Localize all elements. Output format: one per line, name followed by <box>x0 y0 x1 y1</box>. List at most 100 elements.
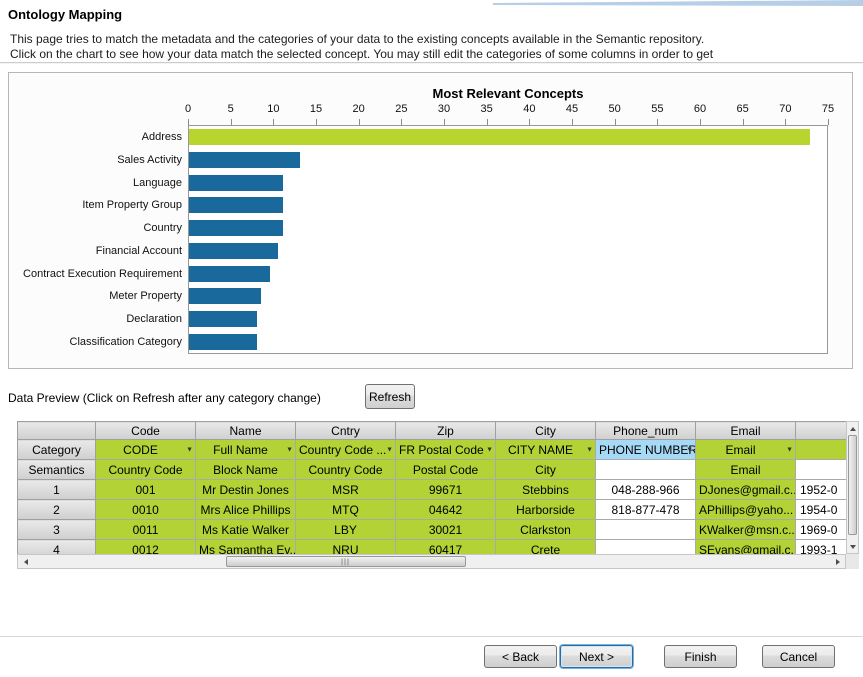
data-cell <box>596 540 696 555</box>
chart-bar[interactable] <box>189 266 270 282</box>
cancel-button[interactable]: Cancel <box>762 645 835 668</box>
column-header[interactable]: Cntry <box>296 422 396 440</box>
chart-category-label: Address <box>142 131 182 143</box>
chart-bar-row: Financial Account <box>189 240 827 263</box>
scroll-right-button[interactable] <box>830 555 845 568</box>
scroll-down-button[interactable] <box>847 540 858 553</box>
vertical-scrollbar[interactable] <box>846 421 859 554</box>
category-combo-label: Country Code ... <box>299 443 386 457</box>
category-cell-partial <box>796 440 847 460</box>
axis-tick-label: 35 <box>481 103 493 115</box>
chart-bar[interactable] <box>189 197 283 213</box>
semantics-cell: Email <box>696 460 796 480</box>
chart-bar[interactable] <box>189 220 283 236</box>
chart-bar[interactable] <box>189 288 261 304</box>
chart-category-label: Language <box>133 177 182 189</box>
chart-category-label: Sales Activity <box>117 154 182 166</box>
axis-tick-label: 0 <box>185 103 191 115</box>
data-cell: 1952-0 <box>796 480 847 500</box>
data-cell: 0010 <box>96 500 196 520</box>
chart-bar[interactable] <box>189 175 283 191</box>
table-viewport: CodeNameCntryZipCityPhone_numEmailCatego… <box>17 421 846 554</box>
chevron-down-icon: ▼ <box>786 446 793 453</box>
column-header[interactable]: Zip <box>396 422 496 440</box>
data-cell: MSR <box>296 480 396 500</box>
chart-category-label: Meter Property <box>109 290 182 302</box>
scroll-left-button[interactable] <box>18 555 33 568</box>
horizontal-scrollbar[interactable] <box>17 554 846 569</box>
most-relevant-concepts-chart: Most Relevant Concepts 05101520253035404… <box>8 72 853 369</box>
column-header[interactable]: City <box>496 422 596 440</box>
chart-bar-row: Item Property Group <box>189 194 827 217</box>
chart-bar[interactable] <box>189 152 300 168</box>
category-combo[interactable]: Country Code ...▼ <box>296 440 396 460</box>
category-combo[interactable]: Email ▼ <box>696 440 796 460</box>
category-combo[interactable]: FR Postal Code▼ <box>396 440 496 460</box>
data-cell: 99671 <box>396 480 496 500</box>
data-cell: Ms Katie Walker <box>196 520 296 540</box>
vscroll-thumb[interactable] <box>848 435 857 535</box>
chart-bar[interactable] <box>189 129 810 145</box>
semantics-cell-partial <box>796 460 847 480</box>
data-cell: APhillips@yaho... <box>696 500 796 520</box>
chart-bar-row: Contract Execution Requirement <box>189 262 827 285</box>
chart-category-label: Financial Account <box>96 245 182 257</box>
category-combo[interactable]: PHONE NUMBER▼ <box>596 440 696 460</box>
semantics-cell: Country Code <box>96 460 196 480</box>
category-combo-label: Email <box>725 443 755 457</box>
refresh-button[interactable]: Refresh <box>365 384 415 409</box>
hscroll-thumb[interactable] <box>226 556 466 567</box>
scrollbar-corner <box>846 554 859 569</box>
semantics-cell: City <box>496 460 596 480</box>
chart-category-label: Item Property Group <box>82 199 182 211</box>
axis-tick-label: 55 <box>651 103 663 115</box>
category-combo[interactable]: CITY NAME▼ <box>496 440 596 460</box>
arrow-left-icon <box>24 559 28 565</box>
data-cell: 1993-1 <box>796 540 847 555</box>
arrow-down-icon <box>850 545 856 549</box>
data-cell: DJones@gmail.c... <box>696 480 796 500</box>
back-button[interactable]: < Back <box>484 645 557 668</box>
chart-category-label: Country <box>143 222 182 234</box>
chart-plot: AddressSales ActivityLanguageItem Proper… <box>188 125 828 354</box>
chart-bar[interactable] <box>189 334 257 350</box>
next-button[interactable]: Next > <box>560 645 633 668</box>
chart-bar-row: Classification Category <box>189 330 827 353</box>
data-cell: NRU <box>296 540 396 555</box>
chart-bar-row: Declaration <box>189 308 827 331</box>
column-header[interactable]: Phone_num <box>596 422 696 440</box>
row-header-number: 3 <box>18 520 96 540</box>
chart-bar-row: Meter Property <box>189 285 827 308</box>
column-header[interactable]: Email <box>696 422 796 440</box>
description-line-1: This page tries to match the metadata an… <box>10 32 713 47</box>
data-cell: 1969-0 <box>796 520 847 540</box>
header-separator <box>0 62 863 63</box>
table-corner-cell <box>18 422 96 440</box>
chart-category-label: Contract Execution Requirement <box>23 268 182 280</box>
data-cell: Harborside <box>496 500 596 520</box>
column-header[interactable]: Code <box>96 422 196 440</box>
data-cell: MTQ <box>296 500 396 520</box>
category-combo-label: PHONE NUMBER <box>599 443 696 457</box>
category-combo[interactable]: Full Name▼ <box>196 440 296 460</box>
data-preview-table-container: CodeNameCntryZipCityPhone_numEmailCatego… <box>17 421 859 569</box>
finish-button[interactable]: Finish <box>664 645 737 668</box>
page-description: This page tries to match the metadata an… <box>10 32 713 62</box>
row-header-number: 4 <box>18 540 96 555</box>
scroll-up-button[interactable] <box>847 422 858 435</box>
chart-bar[interactable] <box>189 311 257 327</box>
category-combo[interactable]: CODE▼ <box>96 440 196 460</box>
axis-tick-label: 15 <box>310 103 322 115</box>
chart-bar[interactable] <box>189 243 278 259</box>
column-header[interactable]: Name <box>196 422 296 440</box>
footer-separator <box>0 636 863 637</box>
data-cell: KWalker@msn.c... <box>696 520 796 540</box>
axis-tick-label: 40 <box>523 103 535 115</box>
row-header-semantics: Semantics <box>18 460 96 480</box>
preview-table: CodeNameCntryZipCityPhone_numEmailCatego… <box>17 421 846 554</box>
category-combo-label: CODE <box>123 443 158 457</box>
page-title: Ontology Mapping <box>8 7 122 22</box>
data-cell: Ms Samantha Ev... <box>196 540 296 555</box>
data-cell: 1954-0 <box>796 500 847 520</box>
axis-tick-label: 65 <box>737 103 749 115</box>
